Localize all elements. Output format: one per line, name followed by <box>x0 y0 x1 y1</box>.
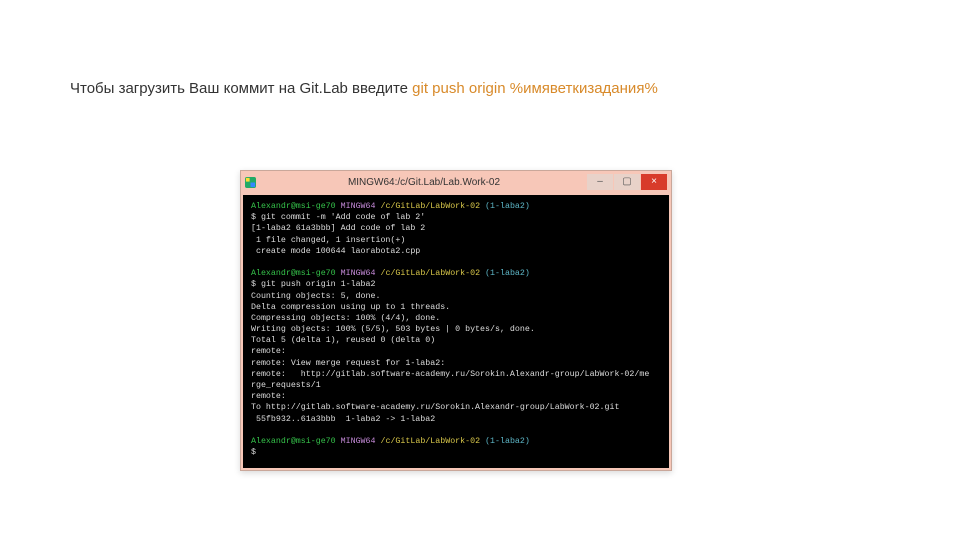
out-1-0: [1-laba2 61a3bbb] Add code of lab 2 <box>251 224 425 233</box>
instruction-text: Чтобы загрузить Ваш коммит на Git.Lab вв… <box>70 80 658 97</box>
prompt-user: Alexandr@msi-ge70 <box>251 269 336 278</box>
cmd-1: git commit -m 'Add code of lab 2' <box>256 213 425 222</box>
window-title: MINGW64:/c/Git.Lab/Lab.Work-02 <box>262 177 586 188</box>
prompt-shell: MINGW64 <box>341 437 376 446</box>
minimize-button[interactable]: – <box>587 174 613 190</box>
out-2-6: remote: View merge request for 1-laba2: <box>251 359 445 368</box>
terminal-window: MINGW64:/c/Git.Lab/Lab.Work-02 – ▢ × Ale… <box>240 170 672 471</box>
app-icon <box>245 177 256 188</box>
prompt-branch: (1-laba2) <box>485 269 530 278</box>
out-1-2: create mode 100644 laorabota2.cpp <box>251 247 420 256</box>
prompt-path: /c/GitLab/LabWork-02 <box>380 202 480 211</box>
cursor: $ <box>251 448 256 457</box>
out-2-1: Delta compression using up to 1 threads. <box>251 303 450 312</box>
prompt-user: Alexandr@msi-ge70 <box>251 437 336 446</box>
out-2-2: Compressing objects: 100% (4/4), done. <box>251 314 440 323</box>
out-2-4: Total 5 (delta 1), reused 0 (delta 0) <box>251 336 435 345</box>
close-button[interactable]: × <box>641 174 667 190</box>
prompt-shell: MINGW64 <box>341 269 376 278</box>
terminal-body[interactable]: Alexandr@msi-ge70 MINGW64 /c/GitLab/LabW… <box>243 195 669 468</box>
prompt-branch: (1-laba2) <box>485 437 530 446</box>
out-1-1: 1 file changed, 1 insertion(+) <box>251 236 405 245</box>
out-2-11: 55fb932..61a3bbb 1-laba2 -> 1-laba2 <box>251 415 435 424</box>
out-2-7: remote: http://gitlab.software-academy.r… <box>251 370 649 379</box>
prompt-user: Alexandr@msi-ge70 <box>251 202 336 211</box>
instruction-command: git push origin %имяветкизадания% <box>412 80 658 97</box>
out-2-8: rge_requests/1 <box>251 381 321 390</box>
out-2-10: To http://gitlab.software-academy.ru/Sor… <box>251 403 619 412</box>
out-2-0: Counting objects: 5, done. <box>251 292 380 301</box>
prompt-branch: (1-laba2) <box>485 202 530 211</box>
out-2-5: remote: <box>251 347 286 356</box>
out-2-3: Writing objects: 100% (5/5), 503 bytes |… <box>251 325 535 334</box>
maximize-button[interactable]: ▢ <box>614 174 640 190</box>
prompt-shell: MINGW64 <box>341 202 376 211</box>
instruction-prefix: Чтобы загрузить Ваш коммит на Git.Lab вв… <box>70 80 412 97</box>
window-titlebar: MINGW64:/c/Git.Lab/Lab.Work-02 – ▢ × <box>241 171 671 193</box>
prompt-path: /c/GitLab/LabWork-02 <box>380 437 480 446</box>
cmd-2: git push origin 1-laba2 <box>256 280 376 289</box>
prompt-path: /c/GitLab/LabWork-02 <box>380 269 480 278</box>
out-2-9: remote: <box>251 392 286 401</box>
